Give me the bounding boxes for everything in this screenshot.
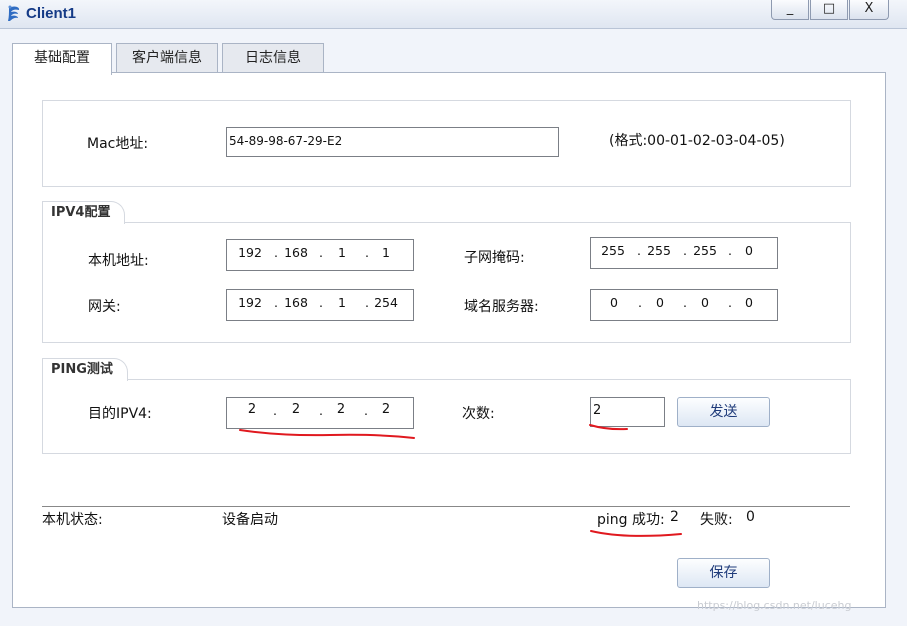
ping-success-label: ping 成功: xyxy=(597,512,665,528)
ping-count-value: 2 xyxy=(593,403,602,418)
dns-input[interactable]: 0 . 0 . 0 . 0 xyxy=(590,289,778,321)
ip-octet: 255 xyxy=(601,243,625,258)
mac-label: Mac地址: xyxy=(87,136,149,152)
ping-dest-input[interactable]: 2 . 2 . 2 . 2 xyxy=(226,397,414,429)
ip-octet: 0 xyxy=(610,295,618,310)
app-icon xyxy=(8,5,20,21)
ip-octet: 2 xyxy=(247,402,257,417)
ip-octet: 2 xyxy=(381,402,391,417)
send-button[interactable]: 发送 xyxy=(677,397,770,427)
gateway-input[interactable]: 192 . 168 . 1 . 254 xyxy=(226,289,414,321)
save-button[interactable]: 保存 xyxy=(677,558,770,588)
mac-format-hint: (格式:00-01-02-03-04-05) xyxy=(609,133,785,149)
ip-octet: 2 xyxy=(291,402,301,417)
status-value: 设备启动 xyxy=(222,512,278,528)
ip-octet: 192 xyxy=(238,295,262,310)
ip-octet: 192 xyxy=(238,245,262,260)
dns-label: 域名服务器: xyxy=(464,299,539,315)
ping-fail-count: 0 xyxy=(746,509,755,525)
local-ip-input[interactable]: 192 . 168 . 1 . 1 xyxy=(226,239,414,271)
subnet-input[interactable]: 255 . 255 . 255 . 0 xyxy=(590,237,778,269)
status-separator xyxy=(42,506,850,507)
ip-octet: 1 xyxy=(338,245,346,260)
ip-octet: 2 xyxy=(336,402,346,417)
ping-legend: PING测试 xyxy=(42,358,128,381)
ip-octet: 255 xyxy=(647,243,671,258)
maximize-icon: □ xyxy=(822,1,836,16)
ip-octet: 168 xyxy=(284,295,308,310)
ip-octet: 0 xyxy=(701,295,709,310)
ping-success-count: 2 xyxy=(670,509,679,525)
status-label: 本机状态: xyxy=(42,512,103,528)
ip-octet: 254 xyxy=(374,295,398,310)
close-button[interactable]: X xyxy=(849,0,889,20)
subnet-label: 子网掩码: xyxy=(464,250,525,266)
minimize-icon: _ xyxy=(786,1,794,16)
minimize-button[interactable]: _ xyxy=(771,0,809,20)
watermark: https://blog.csdn.net/lucehg xyxy=(697,599,852,612)
ip-octet: 1 xyxy=(382,245,390,260)
tab-log-info[interactable]: 日志信息 xyxy=(222,43,324,73)
ping-count-label: 次数: xyxy=(462,406,495,422)
ping-dest-label: 目的IPV4: xyxy=(88,406,152,422)
mac-input[interactable]: 54-89-98-67-29-E2 xyxy=(226,127,559,157)
maximize-button[interactable]: □ xyxy=(810,0,848,20)
window-title: Client1 xyxy=(26,5,77,22)
tab-basic-config[interactable]: 基础配置 xyxy=(12,43,112,75)
close-icon: X xyxy=(864,1,874,16)
ip-octet: 0 xyxy=(745,243,753,258)
local-ip-label: 本机地址: xyxy=(88,253,149,269)
ping-count-input[interactable]: 2 xyxy=(590,397,665,427)
title-bar: Client1 _ □ X xyxy=(0,0,907,29)
ip-octet: 0 xyxy=(656,295,664,310)
ip-octet: 255 xyxy=(693,243,717,258)
gateway-label: 网关: xyxy=(88,299,121,315)
ip-octet: 168 xyxy=(284,245,308,260)
ip-octet: 0 xyxy=(745,295,753,310)
ping-fail-label: 失败: xyxy=(700,512,733,528)
tab-client-info[interactable]: 客户端信息 xyxy=(116,43,218,73)
mac-value: 54-89-98-67-29-E2 xyxy=(229,134,343,148)
ipv4-legend: IPV4配置 xyxy=(42,201,126,224)
ip-octet: 1 xyxy=(338,295,346,310)
